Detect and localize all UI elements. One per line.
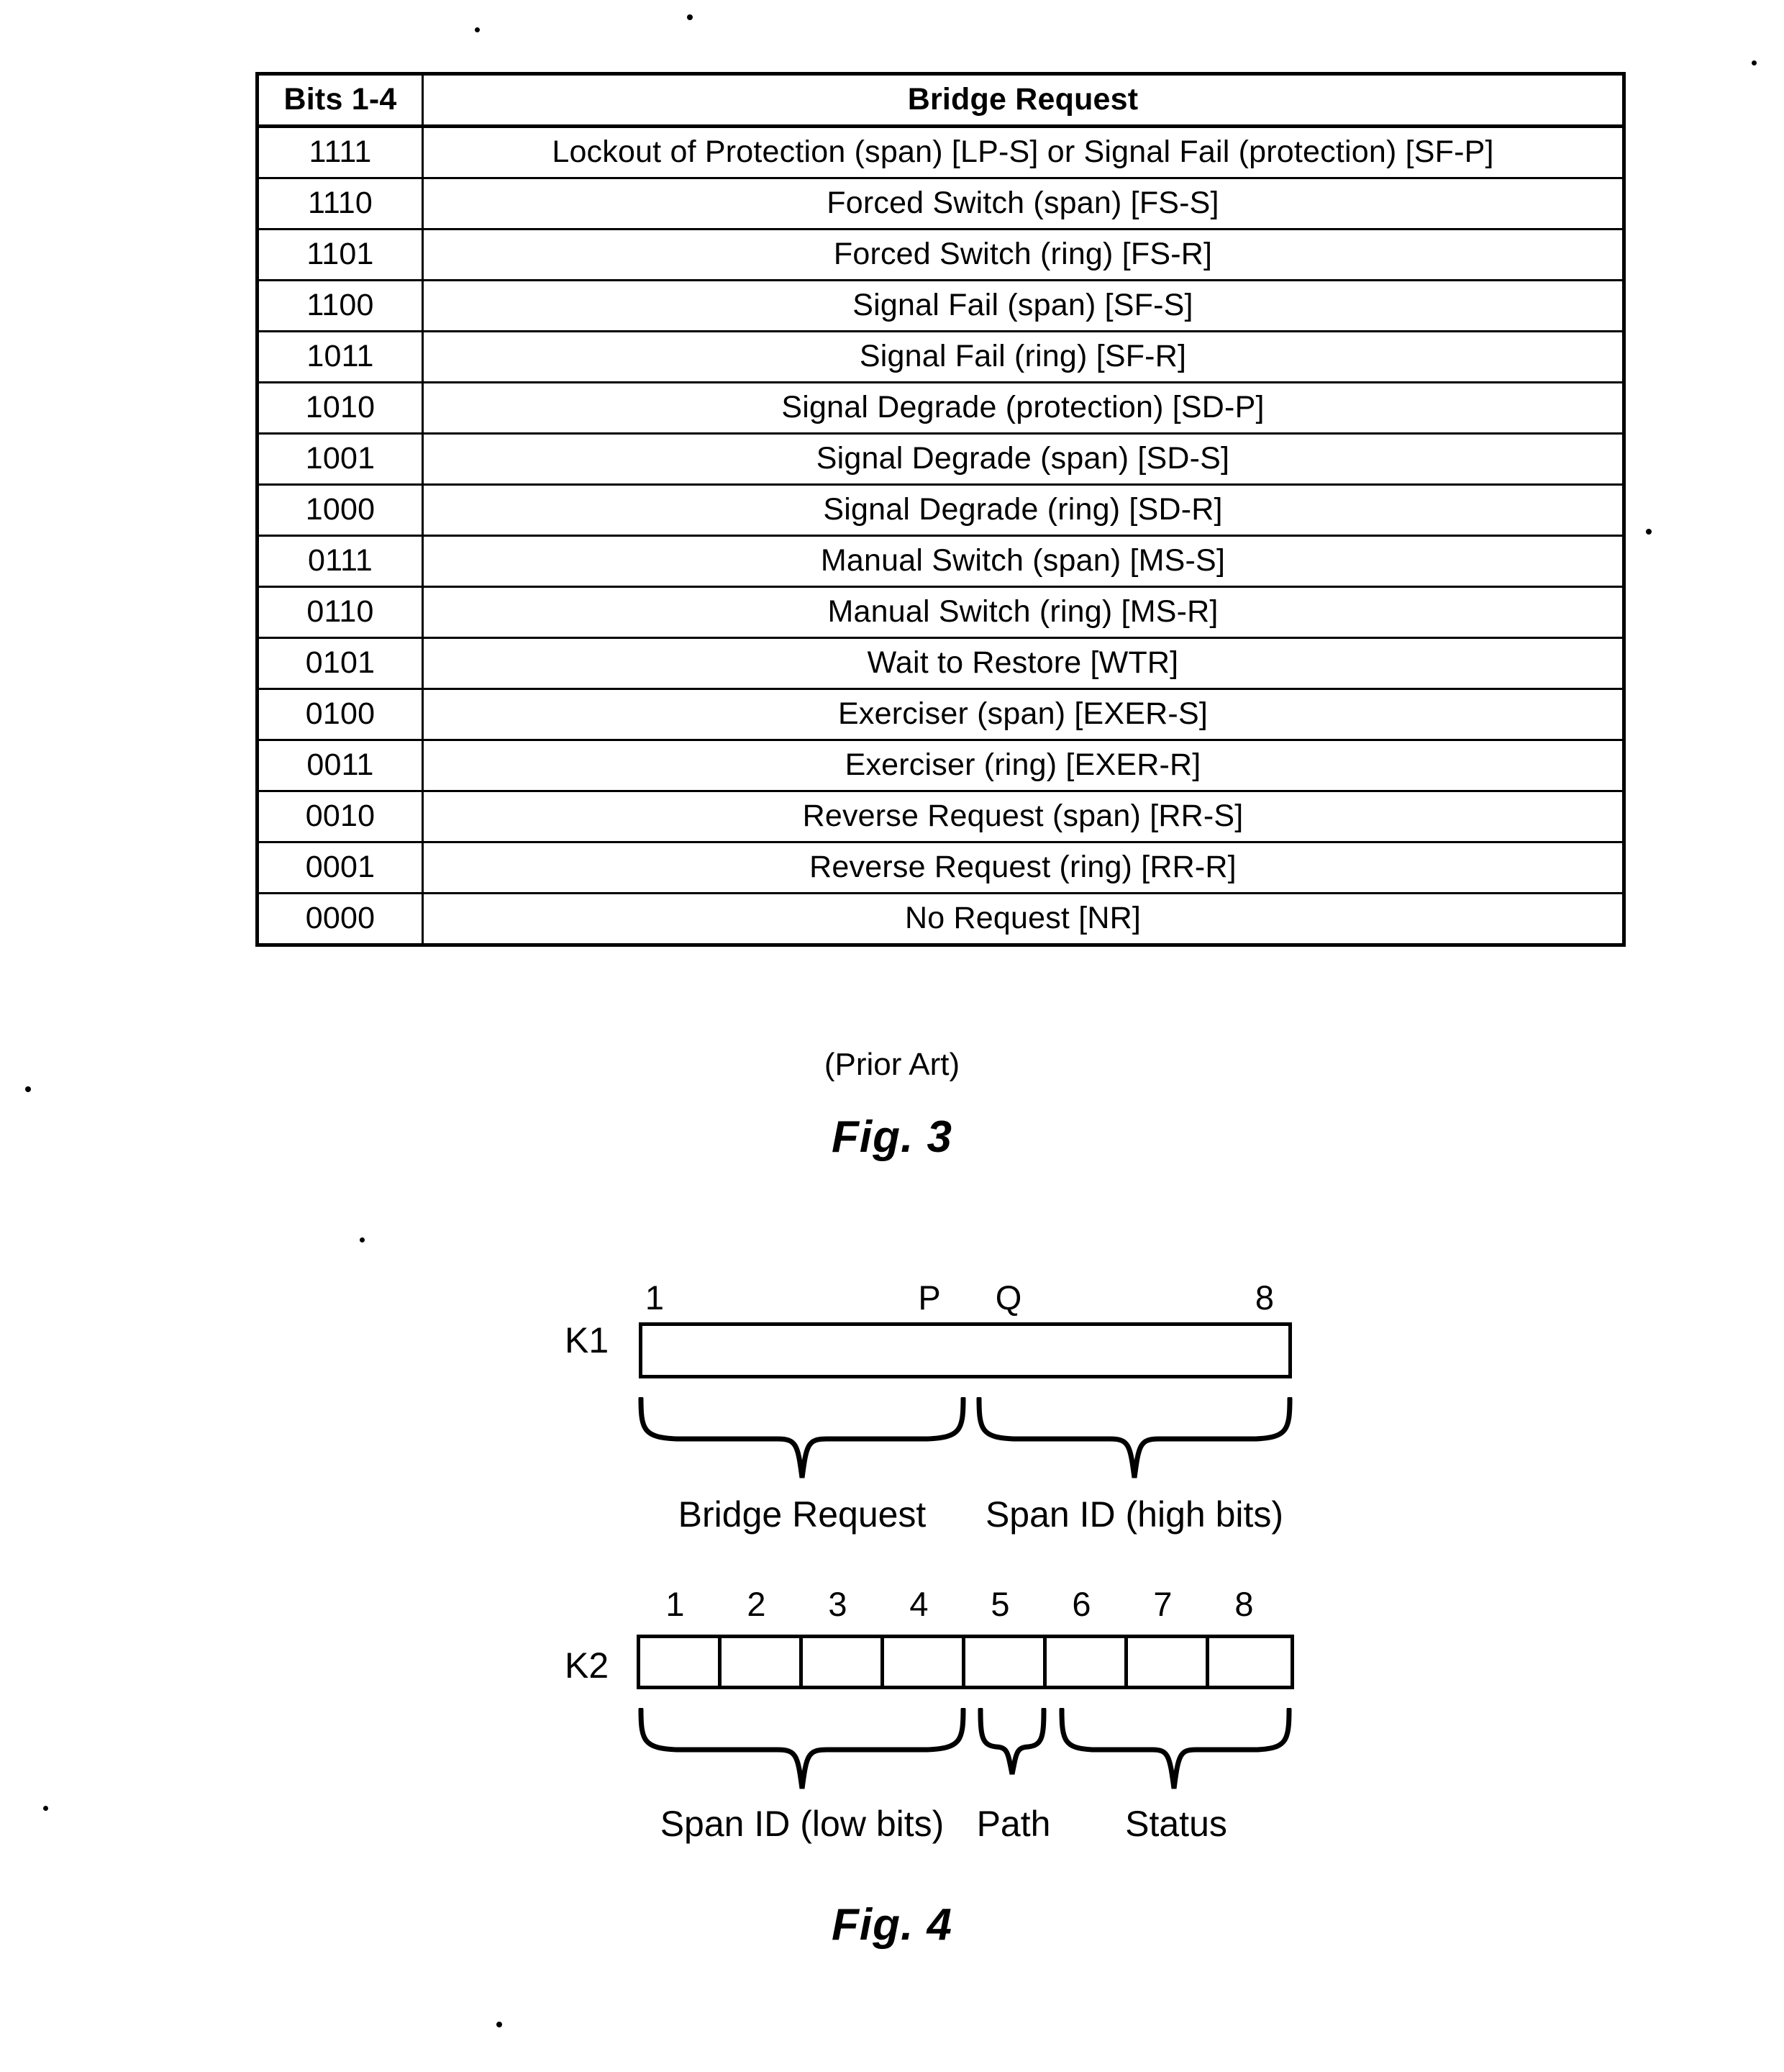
- cell-bridge-request: Exerciser (span) [EXER-S]: [422, 688, 1626, 741]
- table-row: 0101 Wait to Restore [WTR]: [255, 637, 1626, 690]
- table-row: 1111 Lockout of Protection (span) [LP-S] …: [255, 125, 1626, 179]
- k2-row-label: K2: [565, 1645, 609, 1686]
- figure-4-caption: Fig. 4: [832, 1900, 952, 1950]
- cell-bridge-request: Manual Switch (ring) [MS-R]: [422, 586, 1626, 639]
- k2-bit-cell-2: [722, 1638, 803, 1686]
- table-row: 1001 Signal Degrade (span) [SD-S]: [255, 432, 1626, 486]
- table-row: 1100 Signal Fail (span) [SF-S]: [255, 279, 1626, 332]
- table-row: 0000 No Request [NR]: [255, 892, 1626, 947]
- cell-bridge-request: Reverse Request (span) [RR-S]: [422, 790, 1626, 843]
- table-row: 1101 Forced Switch (ring) [FS-R]: [255, 228, 1626, 281]
- k2-tick-4: 4: [909, 1585, 929, 1623]
- scan-speckle: [25, 1086, 31, 1092]
- k2-tick-3: 3: [828, 1585, 847, 1623]
- cell-bridge-request: Signal Fail (ring) [SF-R]: [422, 330, 1626, 383]
- k2-tick-1: 1: [665, 1585, 685, 1623]
- k1-tick-p: P: [918, 1278, 941, 1317]
- table-row: 0011 Exerciser (ring) [EXER-R]: [255, 739, 1626, 792]
- k1-brace-span-id-high: [975, 1397, 1294, 1482]
- scan-speckle: [475, 27, 480, 32]
- k2-field-label-span-id-low: Span ID (low bits): [660, 1804, 945, 1844]
- cell-bridge-request: Signal Degrade (protection) [SD-P]: [422, 381, 1626, 435]
- cell-bridge-request: Signal Degrade (span) [SD-S]: [422, 432, 1626, 486]
- k2-tick-5: 5: [991, 1585, 1010, 1623]
- k2-tick-8: 8: [1234, 1585, 1254, 1623]
- cell-bridge-request: Manual Switch (span) [MS-S]: [422, 535, 1626, 588]
- k2-bit-cell-3: [803, 1638, 884, 1686]
- cell-bridge-request: Exerciser (ring) [EXER-R]: [422, 739, 1626, 792]
- k2-tick-2: 2: [747, 1585, 766, 1623]
- k1-tick-8: 8: [1255, 1278, 1275, 1317]
- table-row: 1011 Signal Fail (ring) [SF-R]: [255, 330, 1626, 383]
- column-header-bridge-request: Bridge Request: [422, 72, 1626, 128]
- prior-art-note: (Prior Art): [824, 1047, 960, 1082]
- table-row: 1110 Forced Switch (span) [FS-S]: [255, 177, 1626, 230]
- k2-tick-6: 6: [1072, 1585, 1091, 1623]
- cell-bits: 1011: [255, 330, 424, 383]
- cell-bridge-request: Wait to Restore [WTR]: [422, 637, 1626, 690]
- column-header-bits: Bits 1-4: [255, 72, 424, 128]
- k2-byte-bar: [637, 1635, 1294, 1689]
- k2-bit-cell-5: [965, 1638, 1047, 1686]
- table-row: 1010 Signal Degrade (protection) [SD-P]: [255, 381, 1626, 435]
- k1-tick-1: 1: [645, 1278, 665, 1317]
- cell-bridge-request: No Request [NR]: [422, 892, 1626, 947]
- scan-speckle: [1646, 529, 1652, 535]
- table-row: 0111 Manual Switch (span) [MS-S]: [255, 535, 1626, 588]
- k2-brace-path: [976, 1708, 1051, 1787]
- k1-byte-bar: [639, 1322, 1292, 1378]
- bridge-request-table: Bits 1-4 Bridge Request 1111 Lockout of P…: [255, 72, 1626, 947]
- table-row: 0010 Reverse Request (span) [RR-S]: [255, 790, 1626, 843]
- cell-bits: 0111: [255, 535, 424, 588]
- table-row: 0110 Manual Switch (ring) [MS-R]: [255, 586, 1626, 639]
- k2-bit-cell-1: [640, 1638, 722, 1686]
- scan-speckle: [43, 1806, 48, 1811]
- scan-speckle: [1752, 60, 1757, 65]
- cell-bits: 0110: [255, 586, 424, 639]
- k1-field-label-span-id-high: Span ID (high bits): [985, 1494, 1284, 1535]
- cell-bits: 0011: [255, 739, 424, 792]
- cell-bridge-request: Forced Switch (span) [FS-S]: [422, 177, 1626, 230]
- cell-bits: 0010: [255, 790, 424, 843]
- table-row: 0100 Exerciser (span) [EXER-S]: [255, 688, 1626, 741]
- table-row: 1000 Signal Degrade (ring) [SD-R]: [255, 483, 1626, 537]
- cell-bridge-request: Signal Fail (span) [SF-S]: [422, 279, 1626, 332]
- figure-3-caption: Fig. 3: [832, 1112, 952, 1162]
- k1-tick-q: Q: [995, 1278, 1022, 1317]
- cell-bridge-request: Lockout of Protection (span) [LP-S] or S…: [422, 125, 1626, 179]
- cell-bits: 1010: [255, 381, 424, 435]
- cell-bits: 1100: [255, 279, 424, 332]
- k2-bit-cell-4: [884, 1638, 965, 1686]
- cell-bridge-request: Forced Switch (ring) [FS-R]: [422, 228, 1626, 281]
- k2-bit-cell-8: [1209, 1638, 1291, 1686]
- cell-bits: 0100: [255, 688, 424, 741]
- k2-field-label-path: Path: [976, 1804, 1051, 1844]
- cell-bits: 1000: [255, 483, 424, 537]
- cell-bits: 1110: [255, 177, 424, 230]
- k2-bit-cell-6: [1047, 1638, 1128, 1686]
- scan-speckle: [496, 2022, 502, 2027]
- k1-brace-bridge-request: [637, 1397, 968, 1482]
- cell-bridge-request: Reverse Request (ring) [RR-R]: [422, 841, 1626, 894]
- k2-tick-7: 7: [1153, 1585, 1173, 1623]
- k1-field-label-bridge-request: Bridge Request: [678, 1494, 927, 1535]
- cell-bits: 1001: [255, 432, 424, 486]
- k2-brace-span-id-low: [637, 1708, 968, 1793]
- scan-speckle: [687, 14, 693, 20]
- k2-brace-status: [1057, 1708, 1295, 1793]
- table-row: 0001 Reverse Request (ring) [RR-R]: [255, 841, 1626, 894]
- cell-bits: 1111: [255, 125, 424, 179]
- table-header-row: Bits 1-4 Bridge Request: [255, 72, 1626, 128]
- cell-bits: 0001: [255, 841, 424, 894]
- scan-speckle: [360, 1237, 365, 1242]
- cell-bits: 1101: [255, 228, 424, 281]
- k2-field-label-status: Status: [1125, 1804, 1227, 1844]
- cell-bits: 0101: [255, 637, 424, 690]
- k2-bit-cell-7: [1128, 1638, 1209, 1686]
- k1-row-label: K1: [565, 1320, 609, 1360]
- cell-bridge-request: Signal Degrade (ring) [SD-R]: [422, 483, 1626, 537]
- cell-bits: 0000: [255, 892, 424, 947]
